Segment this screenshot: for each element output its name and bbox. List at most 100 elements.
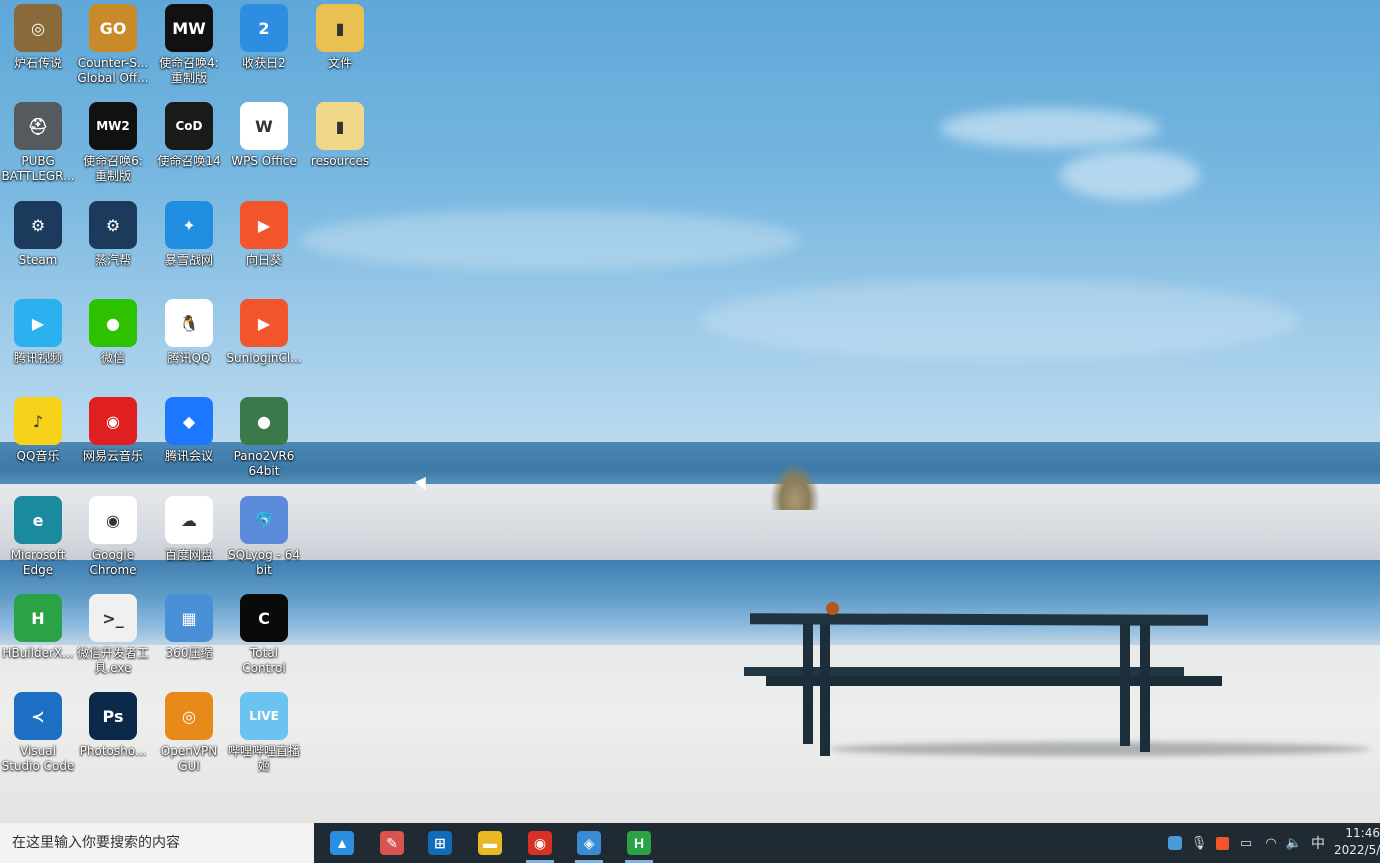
desktop-shortcut-label: 使命召唤4: 重制版 [159, 56, 219, 85]
desktop-shortcut[interactable]: ◉ Google Chrome [75, 496, 151, 578]
pano2vr-icon: ● [240, 397, 288, 445]
desktop-shortcut[interactable]: 2 收获日2 [226, 4, 302, 71]
baidu-netdisk-icon: ☁ [165, 496, 213, 544]
desktop-shortcut[interactable]: e Microsoft Edge [0, 496, 76, 578]
desktop-shortcut-label: 腾讯会议 [164, 449, 213, 463]
desktop-shortcut-label: 网易云音乐 [82, 449, 143, 463]
paint-icon: ✎ [380, 831, 404, 855]
vscode-icon: ≺ [14, 692, 62, 740]
desktop-shortcut[interactable]: ▶ 向日葵 [226, 201, 302, 268]
desktop-shortcut[interactable]: 🐧 腾讯QQ [151, 299, 227, 366]
desktop-shortcut-label: 微信 [100, 351, 125, 365]
netease-music-icon: ◉ [89, 397, 137, 445]
desktop-shortcut[interactable]: ◎ OpenVPN GUI [151, 692, 227, 774]
csgo-icon: GO [89, 4, 137, 52]
desktop-shortcut-label: Steam [18, 253, 58, 267]
desktop-shortcut-label: 腾讯视频 [13, 351, 62, 365]
desktop-shortcut-label: Total Control [242, 646, 286, 675]
tencent-video-icon: ▶ [14, 299, 62, 347]
desktop-shortcut[interactable]: ♪ QQ音乐 [0, 397, 76, 464]
desktop-shortcut-label: QQ音乐 [16, 449, 60, 463]
desktop-shortcut[interactable]: ⚙ 蒸汽帮 [75, 201, 151, 268]
desktop-shortcut-label: SQLyog - 64 bit [228, 548, 300, 577]
mw2-icon: MW2 [89, 102, 137, 150]
store-icon: ⊞ [428, 831, 452, 855]
desktop-shortcut-label: PUBG BATTLEGR... [1, 154, 75, 183]
desktop-shortcut[interactable]: ▮ resources [302, 102, 378, 169]
taskbar-app-button[interactable]: ✎ [372, 827, 412, 859]
desktop-shortcut[interactable]: GO Counter-S... Global Off... [75, 4, 151, 86]
photoshop-icon: Ps [89, 692, 137, 740]
taskbar-app-button[interactable]: ⊞ [420, 827, 460, 859]
payday2-icon: 2 [240, 4, 288, 52]
desktop-shortcut[interactable]: ✦ 暴雪战网 [151, 201, 227, 268]
desktop-shortcut[interactable]: ● 微信 [75, 299, 151, 366]
desktop-shortcut[interactable]: MW 使命召唤4: 重制版 [151, 4, 227, 86]
cod-wwii-icon: CoD [165, 102, 213, 150]
microphone-icon[interactable]: 🎙 [1190, 823, 1208, 863]
taskbar-app-button[interactable]: H [619, 827, 659, 863]
total-control-icon: C [240, 594, 288, 642]
desktop-shortcut-label: 蒸汽帮 [94, 253, 131, 267]
desktop-shortcut[interactable]: >_ 微信开发者工 具.exe [75, 594, 151, 676]
desktop-shortcut[interactable]: CoD 使命召唤14 [151, 102, 227, 169]
battery-icon[interactable]: ▭ [1236, 823, 1256, 863]
bilibili-live-icon: LIVE [240, 692, 288, 740]
desktop-shortcut-label: 收获日2 [242, 56, 286, 70]
taskbar-app-button[interactable]: ▲ [322, 827, 362, 859]
clock[interactable]: 11:46 2022/5/ [1334, 825, 1380, 859]
desktop-shortcut[interactable]: ◉ 网易云音乐 [75, 397, 151, 464]
desktop-shortcut[interactable]: ⛑ PUBG BATTLEGR... [0, 102, 76, 184]
desktop-shortcut[interactable]: ⚙ Steam [0, 201, 76, 268]
network-icon[interactable]: ◠ [1262, 823, 1280, 863]
taskbar-search-box[interactable]: 在这里输入你要搜索的内容 [0, 823, 314, 863]
battlenet-icon: ✦ [165, 201, 213, 249]
taskbar-app-button[interactable]: ▬ [470, 827, 510, 859]
desktop-shortcut[interactable]: 🐬 SQLyog - 64 bit [226, 496, 302, 578]
desktop-shortcut[interactable]: ▶ SunloginCl... [226, 299, 302, 366]
desktop-shortcut[interactable]: MW2 使命召唤6: 重制版 [75, 102, 151, 184]
ime-indicator[interactable]: 中 [1308, 823, 1328, 863]
desktop-shortcut-label: 文件 [327, 56, 352, 70]
desktop-shortcut-label: 360压缩 [165, 646, 213, 660]
chrome-icon: ◉ [528, 831, 552, 855]
desktop-shortcut[interactable]: ≺ Visual Studio Code [0, 692, 76, 774]
desktop-shortcut[interactable]: C Total Control [226, 594, 302, 676]
folder-icon: ▮ [316, 102, 364, 150]
desktop-shortcut[interactable]: H HBuilderX... [0, 594, 76, 661]
taskbar-app-button[interactable]: ◈ [569, 827, 609, 863]
tray-app-icon[interactable] [1165, 823, 1185, 863]
360zip-icon: ▦ [165, 594, 213, 642]
taskbar-app-button[interactable]: ◉ [520, 827, 560, 863]
desktop-shortcut-label: 使命召唤6: 重制版 [83, 154, 143, 183]
desktop-shortcut[interactable]: LIVE 哔哩哔哩直播 姬 [226, 692, 302, 774]
desktop-shortcut-label: Pano2VR6 64bit [233, 449, 295, 478]
sunlogin-tray-icon[interactable] [1213, 823, 1231, 863]
desktop-shortcut-label: 炉石传说 [13, 56, 62, 70]
hbuilderx-icon: H [14, 594, 62, 642]
desktop-shortcut[interactable]: ▦ 360压缩 [151, 594, 227, 661]
folder-icon: ▮ [316, 4, 364, 52]
qq-music-icon: ♪ [14, 397, 62, 445]
volume-icon[interactable]: 🔈 [1284, 823, 1304, 863]
desktop-shortcut[interactable]: W WPS Office [226, 102, 302, 169]
desktop-shortcut[interactable]: ▮ 文件 [302, 4, 378, 71]
file-explorer-icon: ▬ [478, 831, 502, 855]
desktop-shortcut[interactable]: ● Pano2VR6 64bit [226, 397, 302, 479]
wechat-devtools-icon: >_ [89, 594, 137, 642]
desktop-shortcut[interactable]: ▶ 腾讯视频 [0, 299, 76, 366]
steam-helper-icon: ⚙ [89, 201, 137, 249]
desktop-shortcut[interactable]: Ps Photosho... [75, 692, 151, 759]
pubg-icon: ⛑ [14, 102, 62, 150]
desktop-shortcut[interactable]: ◆ 腾讯会议 [151, 397, 227, 464]
tencent-meeting-icon: ◆ [165, 397, 213, 445]
clock-time: 11:46 [1345, 826, 1380, 840]
mw-icon: MW [165, 4, 213, 52]
hearthstone-icon: ◎ [14, 4, 62, 52]
hbuilderx-icon: H [627, 831, 651, 855]
desktop-shortcut[interactable]: ◎ 炉石传说 [0, 4, 76, 71]
desktop-shortcut-label: 使命召唤14 [157, 154, 221, 168]
desktop-shortcut-label: WPS Office [231, 154, 297, 168]
desktop-shortcut[interactable]: ☁ 百度网盘 [151, 496, 227, 563]
openvpn-icon: ◎ [165, 692, 213, 740]
